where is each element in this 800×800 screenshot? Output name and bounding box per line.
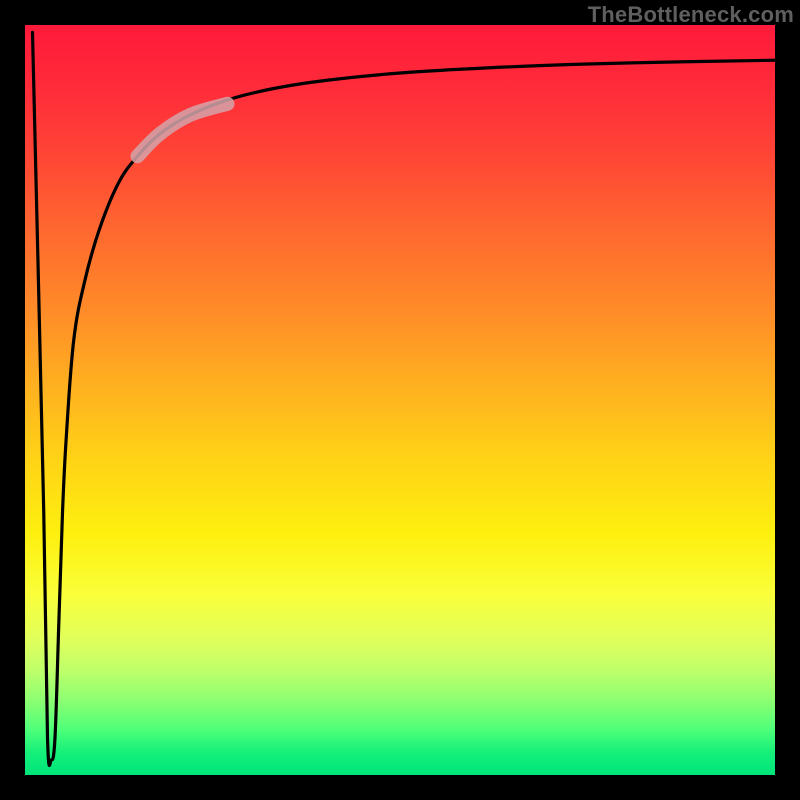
highlight-segment [138, 104, 228, 157]
chart-container: TheBottleneck.com [0, 0, 800, 800]
chart-svg [25, 25, 775, 775]
